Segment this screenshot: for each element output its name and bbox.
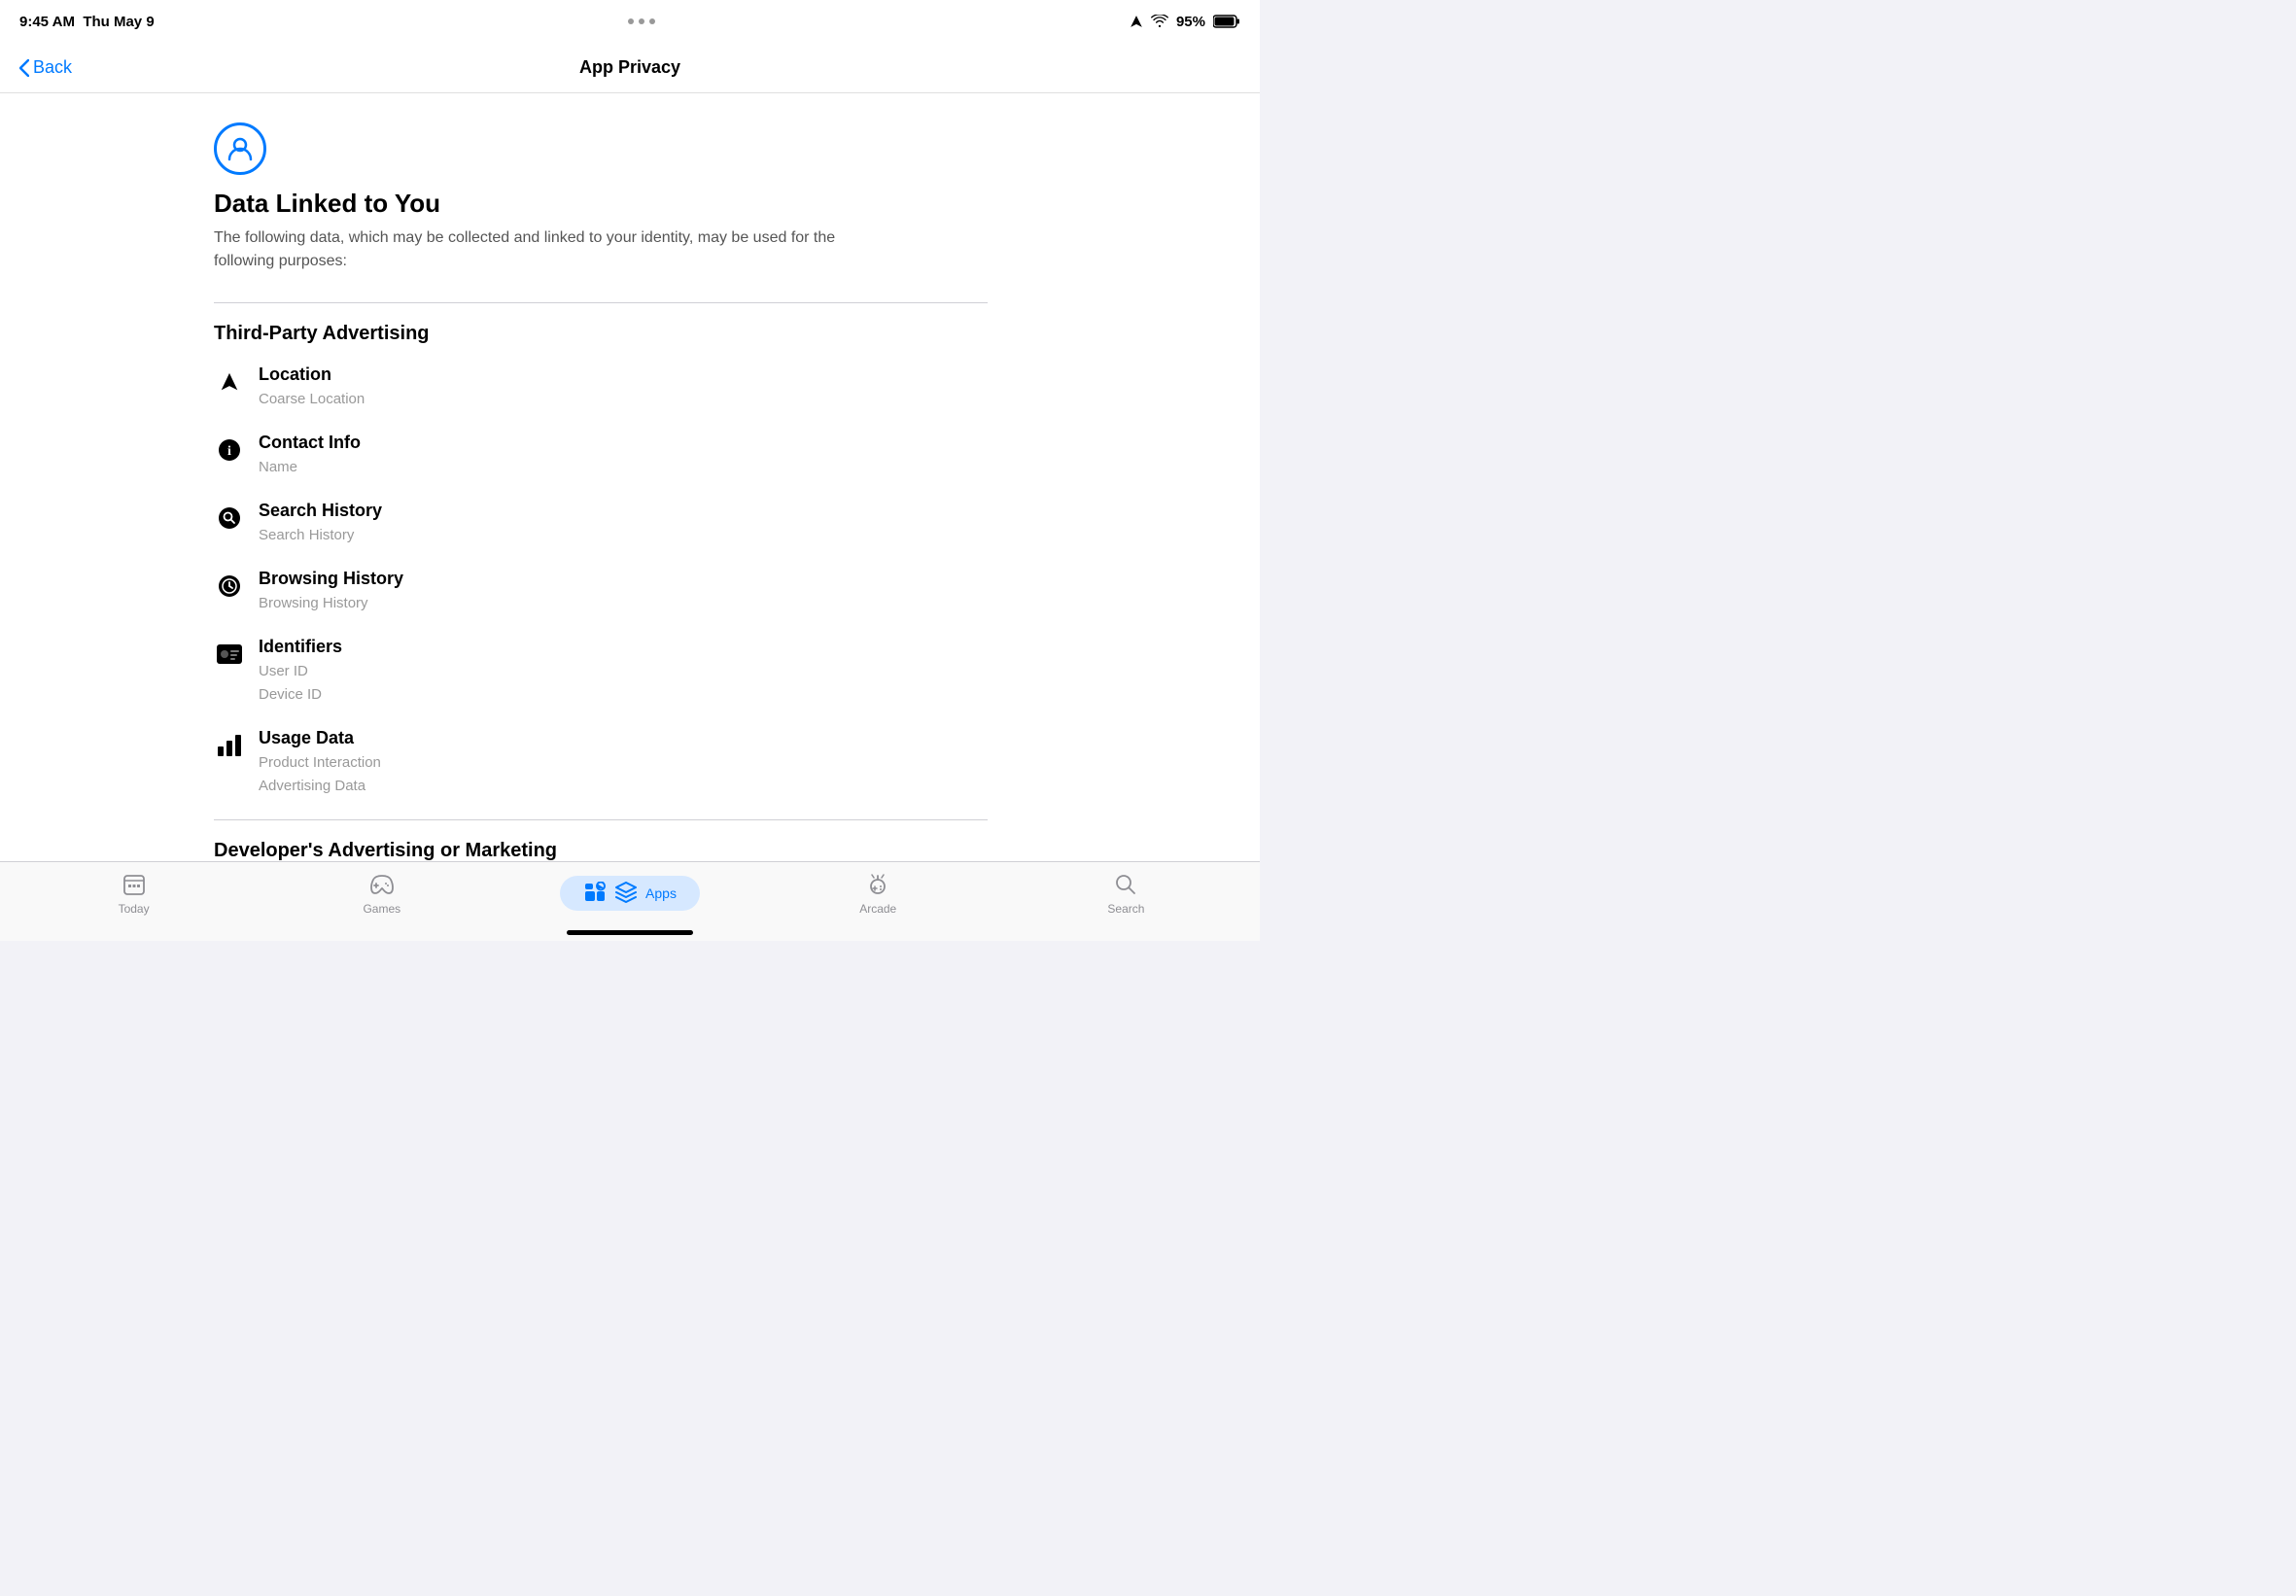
id-card-icon — [214, 639, 245, 670]
usage-data-sublabel-1: Product Interaction — [259, 751, 381, 775]
main-content: Data Linked to You The following data, w… — [0, 93, 1260, 861]
tab-bar: Today Games — [0, 861, 1260, 941]
wifi-icon — [1151, 15, 1168, 28]
today-icon — [121, 871, 148, 898]
identifiers-label: Identifiers — [259, 637, 342, 657]
browsing-history-label: Browsing History — [259, 569, 403, 589]
person-icon — [226, 134, 255, 163]
clock-circle-icon — [214, 571, 245, 602]
battery-percentage: 95% — [1176, 14, 1205, 30]
status-center-dots — [628, 18, 655, 24]
chart-bars-icon — [214, 730, 245, 761]
search-history-sublabel: Search History — [259, 524, 382, 547]
search-circle-icon — [214, 503, 245, 534]
search-label: Search — [1107, 902, 1144, 916]
tab-search[interactable]: Search — [1002, 871, 1250, 916]
header-section: Data Linked to You The following data, w… — [214, 122, 988, 273]
tab-apps[interactable]: Apps — [505, 876, 753, 911]
header-title: Data Linked to You — [214, 189, 988, 219]
tab-games[interactable]: Games — [258, 871, 505, 916]
data-item-search: Search History Search History — [214, 501, 988, 547]
location-icon — [214, 366, 245, 398]
games-icon — [368, 871, 396, 898]
section-title-1: Third-Party Advertising — [214, 323, 988, 345]
status-indicators: 95% — [1130, 14, 1240, 30]
contact-label: Contact Info — [259, 433, 361, 453]
tab-today[interactable]: Today — [10, 871, 258, 916]
back-chevron-icon — [19, 59, 29, 77]
contact-sublabel: Name — [259, 456, 361, 479]
search-tab-icon — [1112, 871, 1139, 898]
svg-text:i: i — [227, 444, 231, 459]
section-divider-2 — [214, 819, 988, 820]
data-item-browsing: Browsing History Browsing History — [214, 569, 988, 615]
apps-stack-icon — [612, 882, 640, 905]
section-title-2: Developer's Advertising or Marketing — [214, 840, 988, 861]
nav-title: App Privacy — [579, 57, 680, 78]
privacy-icon — [214, 122, 266, 175]
games-label: Games — [363, 902, 400, 916]
identifiers-sublabel-userid: User ID — [259, 660, 342, 683]
identifiers-sublabel-deviceid: Device ID — [259, 683, 342, 707]
today-label: Today — [119, 902, 150, 916]
location-status-icon — [1130, 15, 1143, 28]
header-subtitle: The following data, which may be collect… — [214, 226, 894, 273]
section-divider-1 — [214, 302, 988, 303]
arcade-icon — [864, 871, 891, 898]
data-item-identifiers: Identifiers User ID Device ID — [214, 637, 988, 707]
info-circle-icon: i — [214, 434, 245, 466]
apps-label: Apps — [645, 885, 677, 901]
battery-icon — [1213, 15, 1240, 28]
usage-data-sublabel-2: Advertising Data — [259, 775, 381, 798]
data-item-contact: i Contact Info Name — [214, 433, 988, 479]
usage-data-label: Usage Data — [259, 728, 381, 748]
location-sublabel: Coarse Location — [259, 388, 365, 411]
apps-icon — [583, 882, 607, 905]
data-item-location: Location Coarse Location — [214, 364, 988, 411]
status-bar: 9:45 AM Thu May 9 95% — [0, 0, 1260, 43]
home-indicator — [567, 930, 693, 935]
search-history-label: Search History — [259, 501, 382, 521]
status-time: 9:45 AM Thu May 9 — [19, 14, 155, 30]
back-button[interactable]: Back — [19, 57, 72, 78]
location-label: Location — [259, 364, 365, 385]
nav-bar: Back App Privacy — [0, 43, 1260, 93]
arcade-label: Arcade — [859, 902, 896, 916]
browsing-history-sublabel: Browsing History — [259, 592, 403, 615]
data-item-usage: Usage Data Product Interaction Advertisi… — [214, 728, 988, 798]
apps-active-bg: Apps — [560, 876, 700, 911]
tab-arcade[interactable]: Arcade — [754, 871, 1002, 916]
